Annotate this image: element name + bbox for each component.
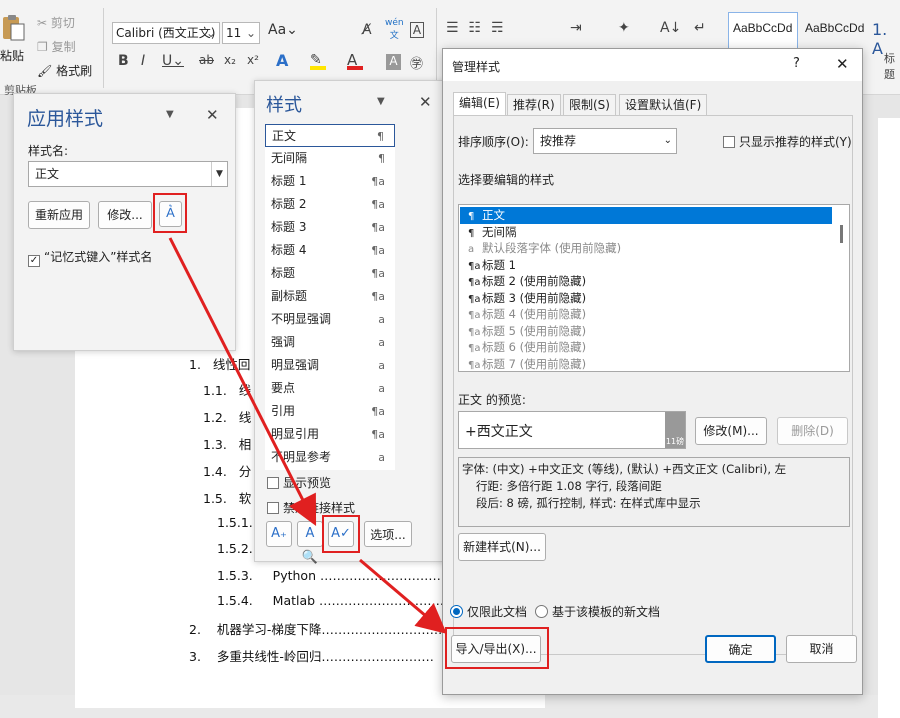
arrow-to-import-export [359,558,447,634]
annotation-arrows [168,237,447,634]
arrow-to-manage-styles [168,237,317,527]
